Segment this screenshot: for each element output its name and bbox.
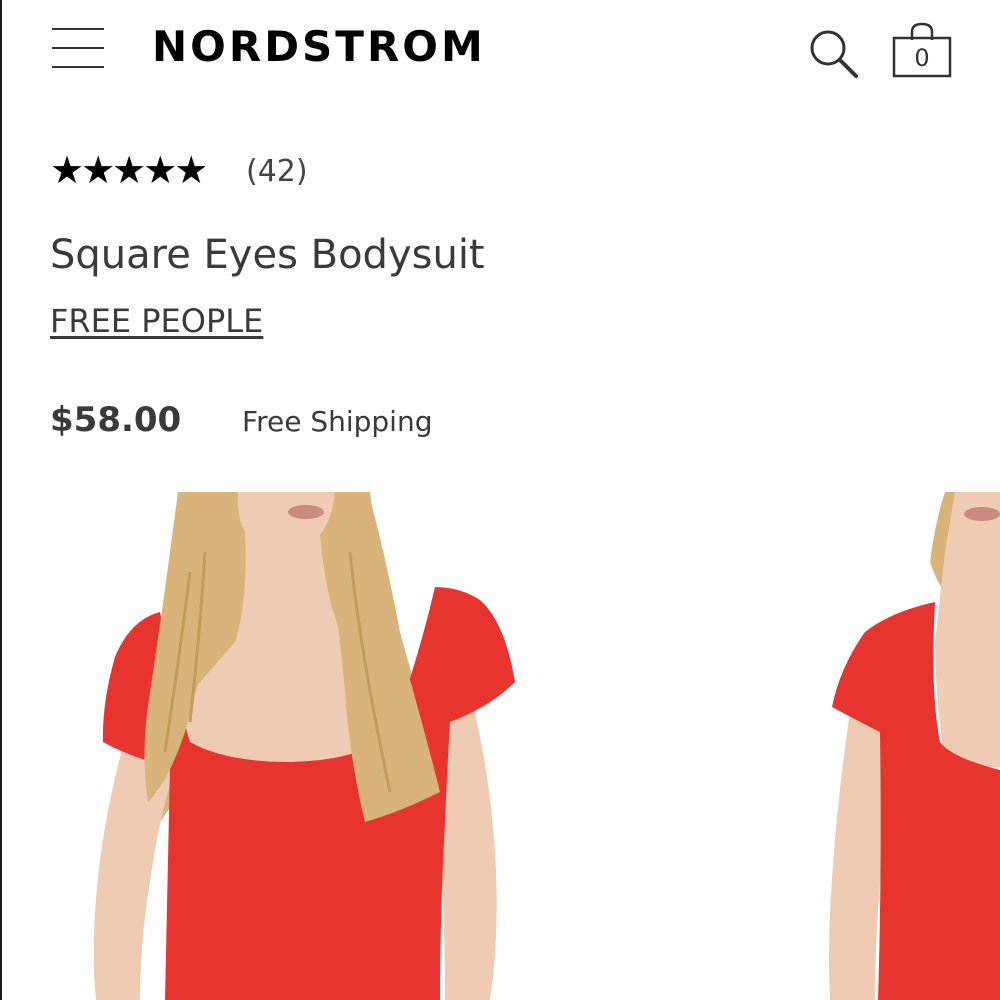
- product-price: $58.00: [50, 400, 182, 440]
- product-image-gallery[interactable]: [0, 492, 1000, 1000]
- site-header: NORDSTROM 0: [0, 0, 1000, 100]
- review-count[interactable]: (42): [246, 150, 308, 194]
- product-image-main[interactable]: [93, 492, 515, 1000]
- brand-link[interactable]: FREE PEOPLE: [50, 302, 263, 340]
- shopping-bag-button[interactable]: 0: [890, 20, 954, 80]
- search-icon[interactable]: [806, 26, 862, 82]
- shipping-info: Free Shipping: [242, 405, 433, 438]
- bag-item-count: 0: [914, 44, 930, 72]
- product-images: [93, 492, 1000, 1000]
- product-image-secondary[interactable]: [829, 492, 1000, 1000]
- star-rating-fill: ★★★★★: [50, 148, 205, 192]
- arm-left: [93, 750, 175, 1000]
- nordstrom-logo[interactable]: NORDSTROM: [152, 22, 486, 71]
- product-title: Square Eyes Bodysuit: [50, 232, 485, 278]
- menu-icon[interactable]: [50, 26, 106, 70]
- star-rating: ★★★★★ ★★★★★: [50, 148, 234, 194]
